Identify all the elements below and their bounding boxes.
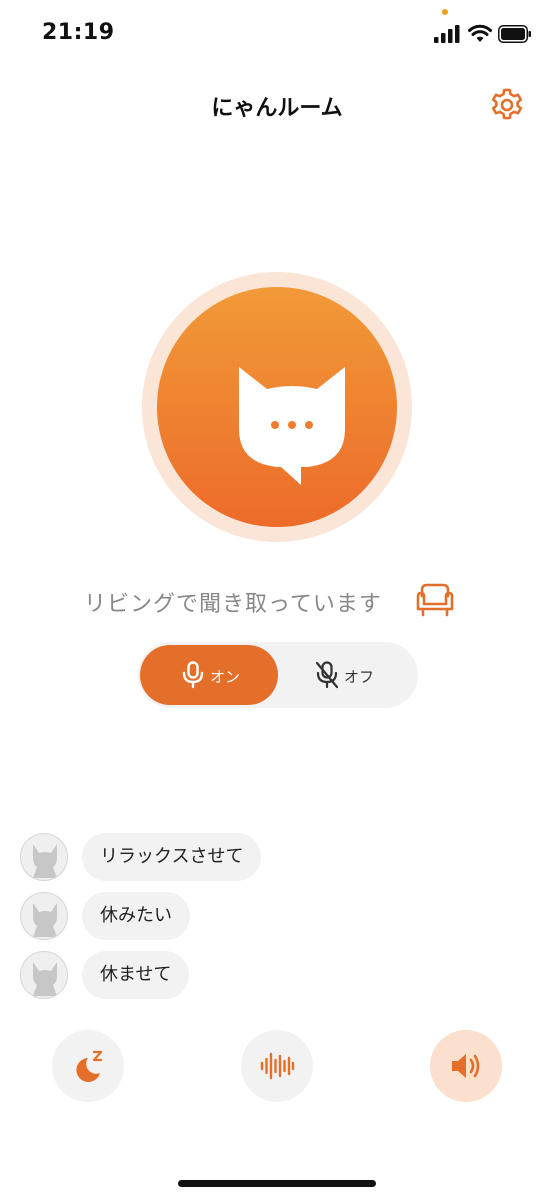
- status-bar: 21:19: [0, 0, 554, 70]
- list-item: 休みたい: [20, 892, 500, 942]
- mic-on-label: オン: [210, 668, 241, 686]
- home-indicator[interactable]: [178, 1180, 376, 1187]
- gear-icon[interactable]: [488, 86, 526, 124]
- sleep-moon-icon: [76, 1050, 103, 1082]
- speaker-icon: [452, 1054, 480, 1078]
- signal-icon: [434, 25, 460, 43]
- cat-avatar-icon: [20, 892, 68, 940]
- status-time: 21:19: [42, 20, 115, 45]
- app-header: にゃんルーム: [0, 80, 554, 130]
- microphone-off-icon: [315, 661, 339, 689]
- message-bubble: 休みたい: [82, 892, 190, 940]
- microphone-icon: [182, 661, 204, 689]
- cat-avatar-icon: [20, 951, 68, 999]
- sound-wave-icon: [260, 1052, 295, 1080]
- cat-avatar-icon: [20, 833, 68, 881]
- mic-off-label: オフ: [344, 668, 375, 686]
- mic-toggle: オン オフ: [138, 642, 418, 708]
- list-item: リラックスさせて: [20, 833, 500, 883]
- cat-speech-icon: [239, 367, 345, 485]
- listen-button[interactable]: [142, 272, 412, 542]
- message-bubble: リラックスさせて: [82, 833, 262, 881]
- wifi-icon: [468, 24, 492, 42]
- mic-on-button[interactable]: オン: [140, 645, 278, 705]
- mic-off-button[interactable]: オフ: [280, 645, 416, 705]
- list-item: 休ませて: [20, 951, 500, 1001]
- page-title: にゃんルーム: [211, 96, 343, 121]
- speaker-button[interactable]: [430, 1030, 502, 1102]
- battery-icon: [498, 25, 531, 43]
- listening-status-text: リビングで聞き取っています: [84, 592, 382, 617]
- listen-button-disc: [157, 287, 397, 527]
- listening-status: リビングで聞き取っています: [0, 582, 554, 622]
- recording-indicator-dot: [442, 9, 448, 15]
- sleep-button[interactable]: [52, 1030, 124, 1102]
- voice-wave-button[interactable]: [241, 1030, 313, 1102]
- message-bubble: 休ませて: [82, 951, 190, 999]
- armchair-icon[interactable]: [414, 582, 456, 618]
